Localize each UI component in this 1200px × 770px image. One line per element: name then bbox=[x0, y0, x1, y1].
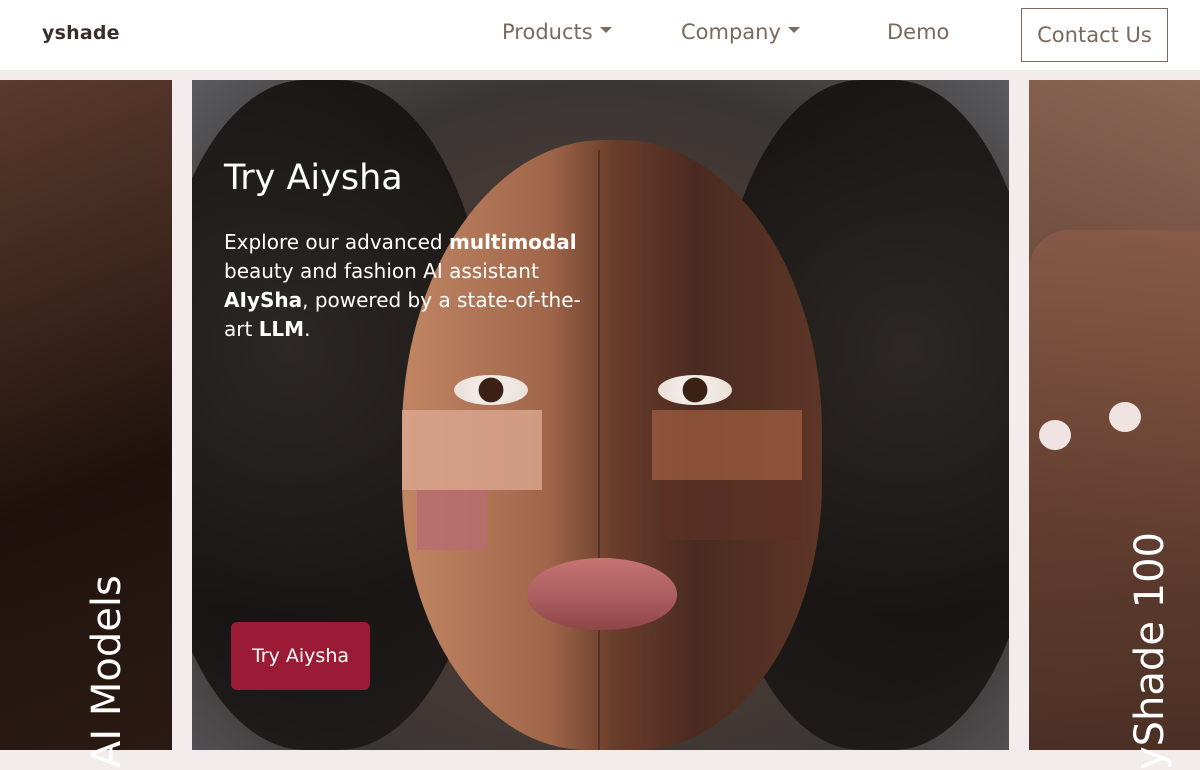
hero-desc-text: . bbox=[304, 317, 311, 341]
slide-image-hand bbox=[1029, 230, 1200, 750]
brand-logo[interactable]: yshade bbox=[42, 22, 120, 44]
hero-desc-bold: AIySha bbox=[224, 288, 303, 312]
hero-desc-bold: LLM bbox=[258, 317, 305, 341]
hero-desc-bold: multimodal bbox=[448, 230, 577, 254]
hero-image-lips bbox=[527, 558, 677, 630]
nav-company-label: Company bbox=[681, 20, 781, 44]
hero-description: Explore our advanced multimodal beauty a… bbox=[224, 228, 584, 344]
slide-image-nail bbox=[1109, 402, 1141, 432]
slide-image-nail bbox=[1039, 420, 1071, 450]
nav-products-label: Products bbox=[502, 20, 593, 44]
hero-desc-text: Explore our advanced bbox=[224, 230, 449, 254]
hero-title: Try Aiysha bbox=[224, 158, 403, 198]
caret-down-icon bbox=[787, 27, 800, 33]
slide-label-ai-models: AI Models bbox=[84, 575, 130, 768]
contact-us-button[interactable]: Contact Us bbox=[1021, 8, 1168, 62]
nav-products-dropdown[interactable]: Products bbox=[502, 20, 612, 44]
shade-swatch bbox=[662, 480, 802, 540]
slide-label-yshade-100: yShade 100 bbox=[1127, 532, 1173, 770]
try-aiysha-button[interactable]: Try Aiysha bbox=[231, 622, 370, 690]
navbar: yshade Products Company Demo Contact Us bbox=[0, 0, 1200, 70]
caret-down-icon bbox=[599, 27, 612, 33]
shade-swatch bbox=[652, 410, 802, 480]
nav-demo-link[interactable]: Demo bbox=[887, 20, 949, 44]
shade-swatch bbox=[402, 410, 542, 490]
hero-image-eye-right bbox=[658, 375, 732, 405]
hero-desc-text: beauty and fashion AI assistant bbox=[224, 259, 539, 283]
face-divider-line bbox=[598, 150, 600, 750]
nav-company-dropdown[interactable]: Company bbox=[681, 20, 800, 44]
hero-image-eye-left bbox=[454, 375, 528, 405]
shade-swatch bbox=[417, 490, 487, 550]
carousel-slide-right[interactable] bbox=[1029, 80, 1200, 750]
